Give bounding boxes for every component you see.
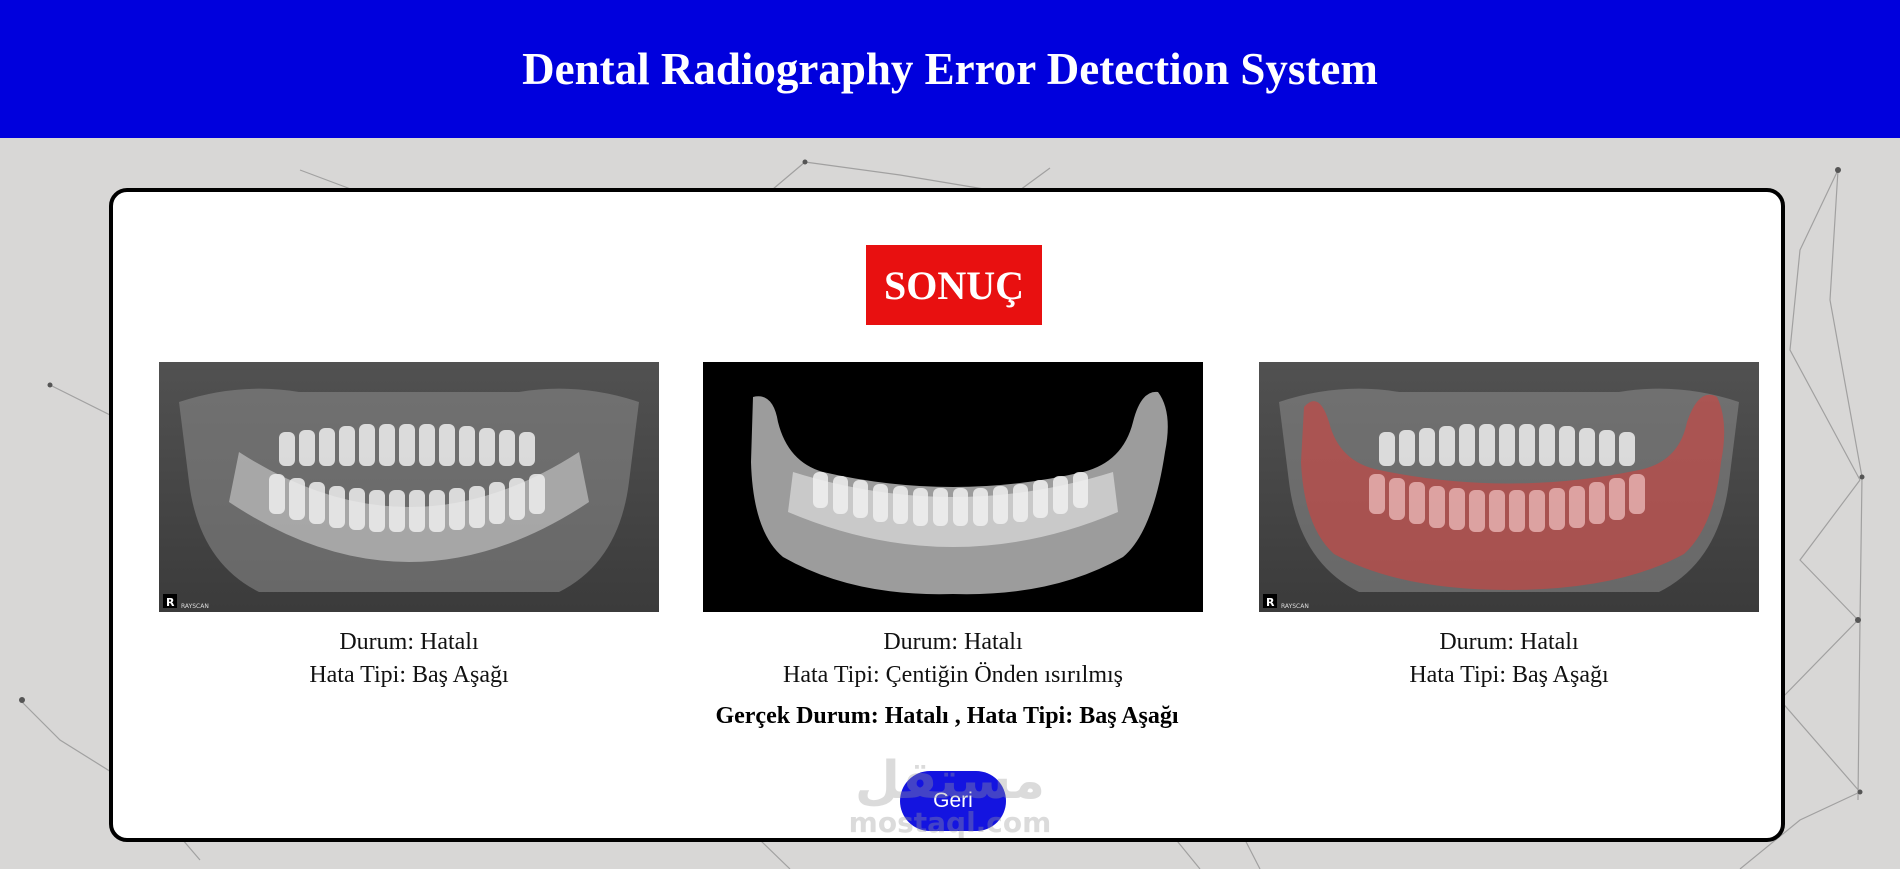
error-type-text: Hata Tipi: Baş Aşağı: [309, 662, 509, 688]
xray-overlay-image: R RAYSCAN: [1259, 362, 1759, 612]
xray-original-image: R RAYSCAN: [159, 362, 659, 612]
result-badge: SONUÇ: [866, 245, 1042, 325]
error-type-text: Hata Tipi: Baş Aşağı: [1409, 662, 1609, 688]
xray-brand-label: RAYSCAN: [181, 603, 209, 610]
page-title: Dental Radiography Error Detection Syste…: [522, 44, 1378, 94]
status-text: Durum: Hatalı: [339, 629, 479, 655]
error-type-text: Hata Tipi: Çentiğin Önden ısırılmış: [782, 662, 1124, 688]
panel-caption: Durum: Hatalı Hata Tipi: Baş Aşağı: [159, 626, 659, 692]
app-header: Dental Radiography Error Detection Syste…: [0, 0, 1900, 138]
back-button[interactable]: Geri: [900, 771, 1006, 831]
result-panel-segmented: Durum: Hatalı Hata Tipi: Çentiğin Önden …: [703, 362, 1203, 692]
panel-caption: Durum: Hatalı Hata Tipi: Baş Aşağı: [1259, 626, 1759, 692]
status-text: Durum: Hatalı: [1439, 629, 1579, 655]
ground-truth-text: Gerçek Durum: Hatalı , Hata Tipi: Baş Aş…: [715, 703, 1179, 729]
status-text: Durum: Hatalı: [883, 629, 1023, 655]
xray-brand-label: RAYSCAN: [1281, 603, 1309, 610]
panel-caption: Durum: Hatalı Hata Tipi: Çentiğin Önden …: [703, 626, 1203, 692]
result-card: SONUÇ R RAYSCAN Durum: Hatalı Hata Tipi:…: [109, 188, 1785, 842]
result-panel-overlay: R RAYSCAN Durum: Hatalı Hata Tipi: Baş A…: [1259, 362, 1759, 692]
xray-r-marker: R: [1266, 596, 1275, 609]
xray-r-marker: R: [166, 596, 175, 609]
xray-segmented-image: [703, 362, 1203, 612]
result-panel-original: R RAYSCAN Durum: Hatalı Hata Tipi: Baş A…: [159, 362, 659, 692]
